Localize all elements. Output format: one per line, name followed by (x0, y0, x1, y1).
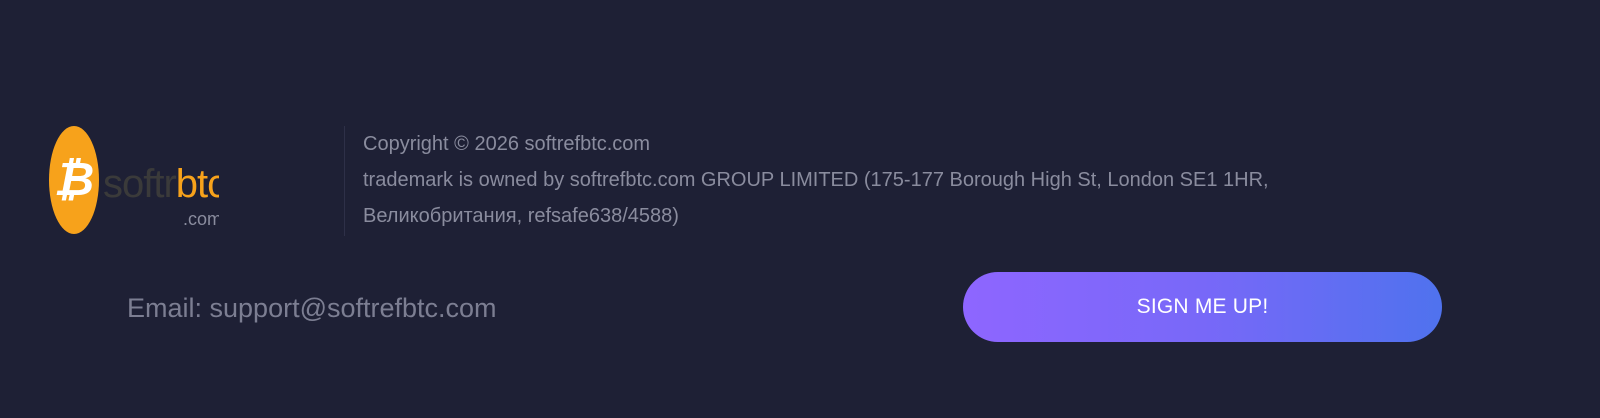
logo-wordmark-accent: btc (176, 162, 219, 206)
sign-me-up-button[interactable]: SIGN ME UP! (963, 272, 1442, 342)
copyright-text: Copyright © 2026 softrefbtc.com (363, 133, 651, 155)
brand-logo[interactable]: ₿ softrbtc .com (49, 125, 219, 235)
footer-divider (344, 126, 345, 236)
site-footer: ₿ softrbtc .com Copyright © 2026 softref… (0, 0, 1600, 418)
trademark-text-line-1: trademark is owned by softrefbtc.com GRO… (363, 169, 1269, 191)
logo-wordmark-prefix: softr (103, 162, 176, 206)
trademark-text-line-2: Великобритания, refsafe638/4588) (363, 205, 679, 227)
svg-text:softrbtc: softrbtc (103, 162, 219, 206)
support-email[interactable]: Email: support@softrefbtc.com (127, 288, 497, 328)
legal-notice: Copyright © 2026 softrefbtc.com trademar… (363, 126, 1363, 234)
brand-logo-graphic: ₿ softrbtc .com (49, 126, 219, 234)
bitcoin-symbol-icon: ₿ (54, 153, 94, 205)
logo-tld: .com (183, 209, 219, 229)
